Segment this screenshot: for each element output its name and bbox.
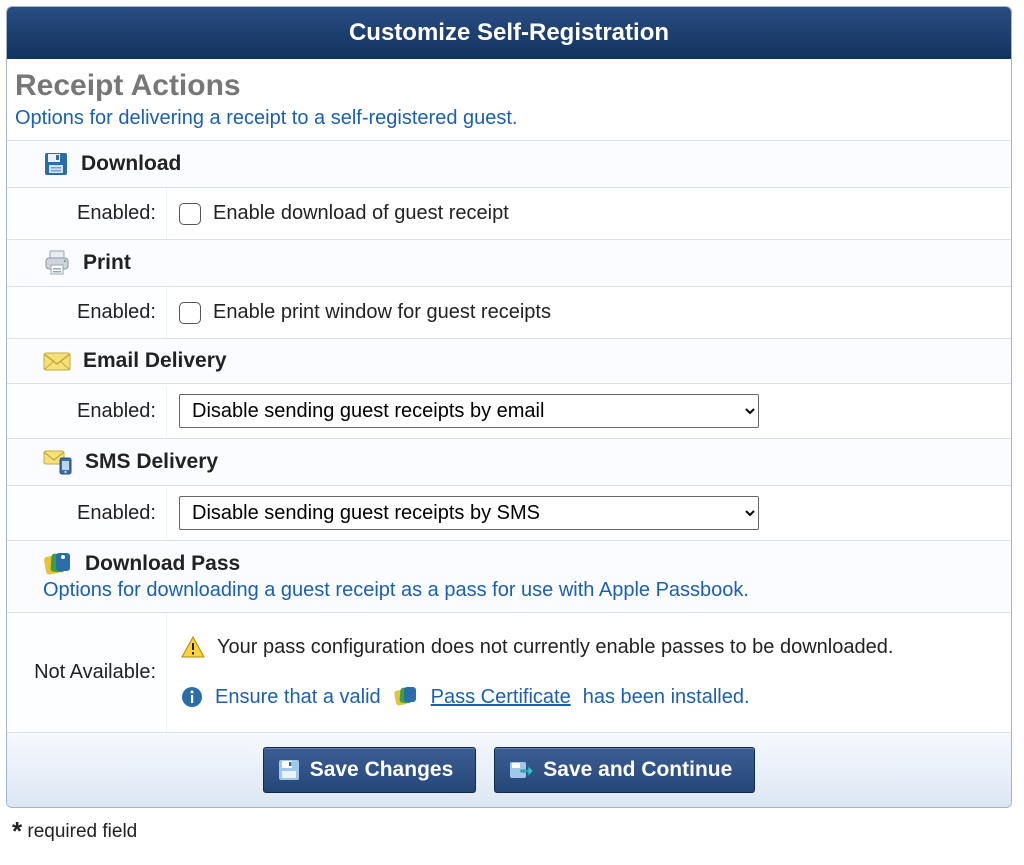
download-enabled-row: Enabled: Enable download of guest receip…	[7, 187, 1011, 239]
print-enabled-label: Enabled:	[7, 287, 167, 338]
passbook-icon	[43, 551, 73, 577]
save-floppy-icon	[278, 759, 300, 781]
pass-not-available-label: Not Available:	[7, 613, 167, 732]
download-enabled-checkbox[interactable]	[179, 203, 201, 225]
pass-warning-text: Your pass configuration does not current…	[217, 631, 893, 663]
download-enabled-text: Enable download of guest receipt	[213, 202, 509, 225]
download-title: Download	[81, 152, 181, 176]
floppy-disk-icon	[43, 151, 69, 177]
print-enabled-checkbox[interactable]	[179, 302, 201, 324]
warning-triangle-icon	[181, 636, 205, 658]
save-continue-arrow-icon	[509, 759, 533, 781]
panel-title: Customize Self-Registration	[7, 7, 1011, 59]
save-changes-label: Save Changes	[310, 758, 454, 782]
button-bar: Save Changes Save and Continue	[7, 732, 1011, 807]
sms-enabled-select[interactable]: Disable sending guest receipts by SMS	[179, 496, 759, 530]
envelope-icon	[43, 350, 71, 372]
required-field-note: * required field	[6, 808, 1018, 855]
print-group-header: Print	[7, 240, 1011, 286]
pass-certificate-link[interactable]: Pass Certificate	[431, 681, 571, 713]
section-title: Receipt Actions	[7, 59, 1011, 105]
sms-title: SMS Delivery	[85, 450, 218, 474]
email-enabled-row: Enabled: Disable sending guest receipts …	[7, 383, 1011, 438]
save-changes-button[interactable]: Save Changes	[263, 747, 477, 793]
email-group-header: Email Delivery	[7, 339, 1011, 383]
sms-envelope-phone-icon	[43, 449, 73, 475]
required-asterisk: *	[12, 816, 22, 846]
pass-info-suffix: has been installed.	[583, 681, 750, 713]
sms-group-header: SMS Delivery	[7, 439, 1011, 485]
email-title: Email Delivery	[83, 349, 227, 373]
printer-icon	[43, 250, 71, 276]
save-and-continue-label: Save and Continue	[543, 758, 732, 782]
save-and-continue-button[interactable]: Save and Continue	[494, 747, 755, 793]
section-desc: Options for delivering a receipt to a se…	[7, 105, 1011, 140]
pass-title: Download Pass	[85, 552, 240, 576]
sms-enabled-row: Enabled: Disable sending guest receipts …	[7, 485, 1011, 540]
print-enabled-row: Enabled: Enable print window for guest r…	[7, 286, 1011, 338]
section-header: Receipt Actions Options for delivering a…	[7, 59, 1011, 140]
email-enabled-label: Enabled:	[7, 386, 167, 437]
customize-self-registration-panel: Customize Self-Registration Receipt Acti…	[6, 6, 1012, 808]
pass-desc: Options for downloading a guest receipt …	[43, 579, 1003, 602]
print-title: Print	[83, 251, 131, 275]
passbook-small-icon	[393, 686, 419, 708]
download-group-header: Download	[7, 141, 1011, 187]
pass-info-prefix: Ensure that a valid	[215, 681, 381, 713]
sms-enabled-label: Enabled:	[7, 488, 167, 539]
download-enabled-label: Enabled:	[7, 188, 167, 239]
email-enabled-select[interactable]: Disable sending guest receipts by email	[179, 394, 759, 428]
pass-group-header: Download Pass Options for downloading a …	[7, 541, 1011, 612]
print-enabled-text: Enable print window for guest receipts	[213, 301, 551, 324]
pass-not-available-row: Not Available: Your pass configuration d…	[7, 612, 1011, 732]
required-field-text: required field	[27, 821, 137, 842]
info-icon	[181, 686, 203, 708]
